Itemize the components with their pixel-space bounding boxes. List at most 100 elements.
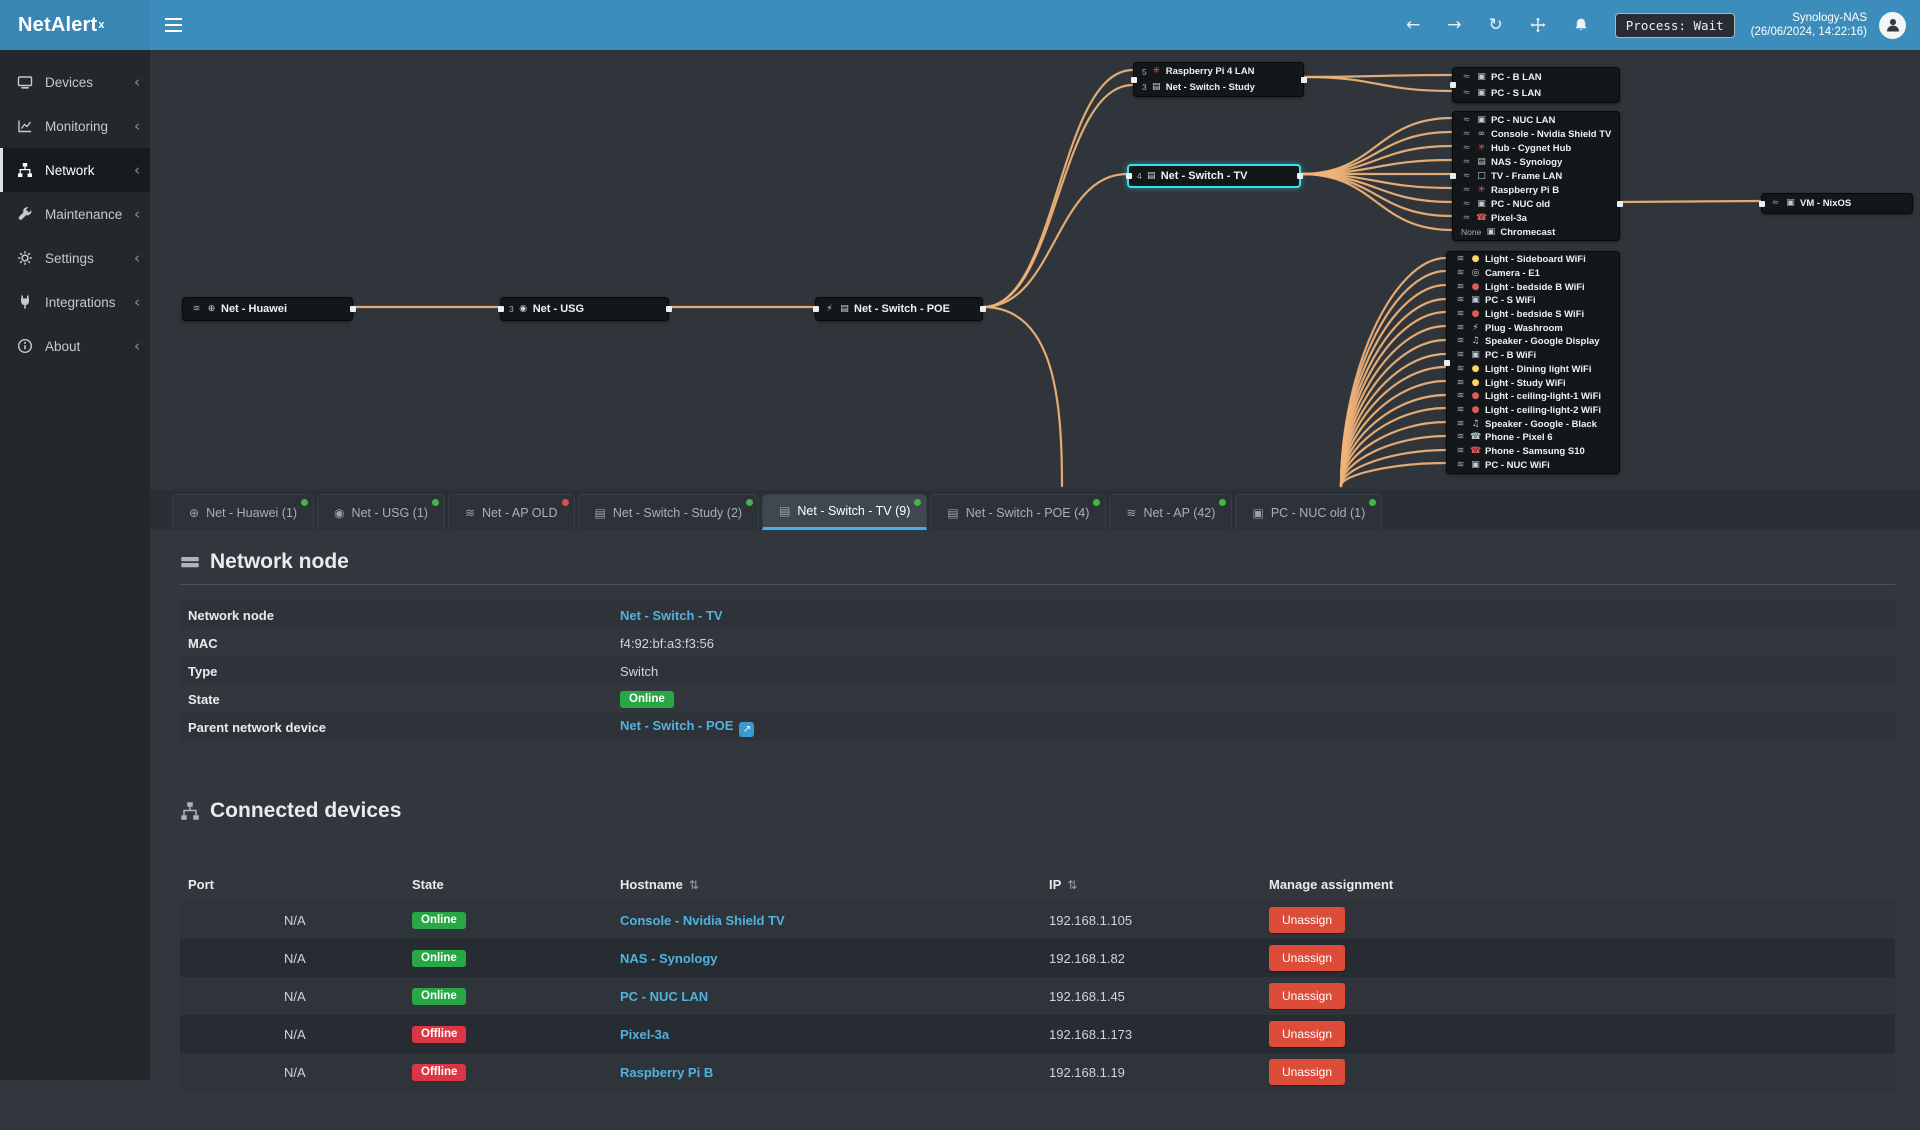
tab-label: Net - USG (1) xyxy=(352,506,428,520)
tab-label: PC - NUC old (1) xyxy=(1271,506,1365,520)
table-body: N/AOnlineConsole - Nvidia Shield TV192.1… xyxy=(180,901,1895,1091)
status-badge: Online xyxy=(412,988,466,1005)
menu-toggle-button[interactable] xyxy=(150,0,196,50)
eth-icon: ≈ xyxy=(1461,116,1472,125)
tab-pc-nuc-old-1[interactable]: ▣PC - NUC old (1) xyxy=(1235,494,1382,530)
node-row: 3▤Net - Switch - Study xyxy=(1134,80,1303,96)
plug-icon: ⚡ xyxy=(1470,324,1481,333)
tab-label: Net - Switch - POE (4) xyxy=(966,506,1090,520)
col-manage: Manage assignment xyxy=(1269,877,1887,892)
sidebar-item-settings[interactable]: Settings‹ xyxy=(0,236,150,280)
hostname-link[interactable]: Pixel-3a xyxy=(620,1027,669,1042)
tab-net-ap-old[interactable]: ≋Net - AP OLD xyxy=(448,494,575,530)
unassign-button[interactable]: Unassign xyxy=(1269,1059,1345,1085)
main-area: ≋⊕Net - Huawei3◉Net - USG⚡▤Net - Switch … xyxy=(150,50,1920,1091)
switch-icon: ▤ xyxy=(839,305,850,314)
topology-edge xyxy=(1304,77,1452,91)
shield-icon: ◉ xyxy=(334,506,344,520)
sidebar-item-about[interactable]: About‹ xyxy=(0,324,150,368)
node-link[interactable]: Net - Switch - TV xyxy=(620,608,723,623)
eth-icon: ≈ xyxy=(1461,89,1472,98)
diagram-node-net-switch-tv[interactable]: 4▤Net - Switch - TV xyxy=(1127,164,1301,188)
field-row-state: StateOnline xyxy=(180,685,1895,713)
eth-icon: ≈ xyxy=(1461,158,1472,167)
wifi-icon: ≋ xyxy=(1455,365,1466,374)
unassign-button[interactable]: Unassign xyxy=(1269,983,1345,1009)
process-status-badge[interactable]: Process: Wait xyxy=(1615,13,1735,38)
tab-net-usg-1[interactable]: ◉ Net - USG (1) xyxy=(317,494,445,530)
sidebar-item-monitoring[interactable]: Monitoring‹ xyxy=(0,104,150,148)
field-label: Network node xyxy=(188,608,620,623)
bell-icon[interactable] xyxy=(1573,17,1589,33)
node-row: ≈✳Raspberry Pi B xyxy=(1453,183,1619,197)
settings-icon xyxy=(17,250,34,267)
network-topology: ≋⊕Net - Huawei 3◉Net - USG ⚡ ▤ Net - Switch … xyxy=(150,50,1920,490)
node-label: Phone - Samsung S10 xyxy=(1485,446,1585,457)
sidebar: Devices‹Monitoring‹Network‹Maintenance‹S… xyxy=(0,50,150,1080)
move-arrows-icon[interactable] xyxy=(1530,17,1546,33)
status-dot xyxy=(746,499,753,506)
diagram-node-net-usg[interactable]: 3◉Net - USG xyxy=(500,297,669,321)
tab-net-ap-42[interactable]: ≋Net - AP (42) xyxy=(1109,494,1232,530)
console-icon: ∞ xyxy=(1476,130,1487,139)
sort-icon[interactable]: ⇅ xyxy=(1067,878,1077,892)
hostname-link[interactable]: Raspberry Pi B xyxy=(620,1065,713,1080)
sidebar-item-maintenance[interactable]: Maintenance‹ xyxy=(0,192,150,236)
hostname-link[interactable]: PC - NUC LAN xyxy=(620,989,708,1004)
pc-icon: ▣ xyxy=(1476,116,1487,125)
node-row: ≋⚡Plug - Washroom xyxy=(1447,321,1619,335)
node-label: PC - NUC old xyxy=(1491,199,1550,210)
node-label: Net - Switch - POE xyxy=(854,303,950,315)
topology-edges xyxy=(150,50,1920,490)
field-label: Type xyxy=(188,664,620,679)
user-avatar[interactable] xyxy=(1879,12,1906,39)
back-arrow-icon[interactable]: ← xyxy=(1406,17,1420,34)
diagram-node-net-switch-poe[interactable]: ⚡▤Net - Switch - POE xyxy=(815,297,983,321)
sort-icon[interactable]: ⇅ xyxy=(689,878,699,892)
switch-icon: ▤ xyxy=(947,506,958,520)
hostname-link[interactable]: NAS - Synology xyxy=(620,951,718,966)
node-link[interactable]: Net - Switch - POE xyxy=(620,718,733,733)
node-label: Raspberry Pi B xyxy=(1491,185,1559,196)
sidebar-item-devices[interactable]: Devices‹ xyxy=(0,60,150,104)
diagram-node-pc-lan-group[interactable]: ≈▣PC - B LAN≈▣PC - S LAN xyxy=(1452,67,1620,103)
speaker-icon: ♫ xyxy=(1470,420,1481,429)
sidebar-item-integrations[interactable]: Integrations‹ xyxy=(0,280,150,324)
tv-icon: □ xyxy=(1476,172,1487,181)
diagram-node-vm-nixos[interactable]: ≈▣VM - NixOS xyxy=(1761,193,1913,214)
external-link-icon[interactable]: ↗ xyxy=(739,722,754,737)
app-logo[interactable]: NetAlertx xyxy=(0,0,150,50)
unassign-button[interactable]: Unassign xyxy=(1269,945,1345,971)
wifi-icon: ≋ xyxy=(1455,461,1466,470)
bulb-icon: ● xyxy=(1470,365,1481,374)
diagram-node-tv-devices-group[interactable]: ≈▣PC - NUC LAN≈∞Console - Nvidia Shield … xyxy=(1452,111,1620,241)
node-row: ≋●Light - Dining light WiFi xyxy=(1447,363,1619,377)
status-badge: Online xyxy=(412,912,466,929)
tab-net-switch-tv-9[interactable]: ▤Net - Switch - TV (9) xyxy=(762,494,927,530)
topology-edge xyxy=(983,85,1133,307)
tab-net-switch-study-2[interactable]: ▤Net - Switch - Study (2) xyxy=(578,494,760,530)
eth-icon: ≈ xyxy=(1461,214,1472,223)
field-label: Parent network device xyxy=(188,720,620,735)
diagram-node-wifi-devices-group[interactable]: ≋●Light - Sideboard WiFi≋◎Camera - E1≋●L… xyxy=(1446,251,1620,474)
hostname-link[interactable]: Console - Nvidia Shield TV xyxy=(620,913,785,928)
connector-dot xyxy=(1450,173,1456,179)
diagram-node-net-huawei[interactable]: ≋⊕Net - Huawei xyxy=(182,297,353,321)
node-row: 3◉Net - USG xyxy=(501,299,668,319)
unassign-button[interactable]: Unassign xyxy=(1269,907,1345,933)
connector-dot xyxy=(1444,360,1450,366)
unassign-button[interactable]: Unassign xyxy=(1269,1021,1345,1047)
topbar: NetAlertx ← → ↻ Process: Wait Synology-N… xyxy=(0,0,1920,50)
forward-arrow-icon[interactable]: → xyxy=(1447,17,1461,34)
tab-net-huawei-1[interactable]: ⊕Net - Huawei (1) xyxy=(172,494,314,530)
node-row: 4▤Net - Switch - TV xyxy=(1129,166,1299,186)
app-logo-text: NetAlert xyxy=(18,14,97,37)
tab-net-switch-poe-4[interactable]: ▤ Net - Switch - POE (4) xyxy=(930,494,1106,530)
node-label: Raspberry Pi 4 LAN xyxy=(1166,66,1255,77)
field-label: MAC xyxy=(188,636,620,651)
diagram-node-study-stack[interactable]: 5✳Raspberry Pi 4 LAN3▤Net - Switch - Stu… xyxy=(1133,62,1304,97)
sidebar-item-network[interactable]: Network‹ xyxy=(0,148,150,192)
node-row: ≋♫Speaker - Google - Black xyxy=(1447,417,1619,431)
node-row: ≋☎Phone - Samsung S10 xyxy=(1447,445,1619,459)
refresh-icon[interactable]: ↻ xyxy=(1489,17,1503,34)
